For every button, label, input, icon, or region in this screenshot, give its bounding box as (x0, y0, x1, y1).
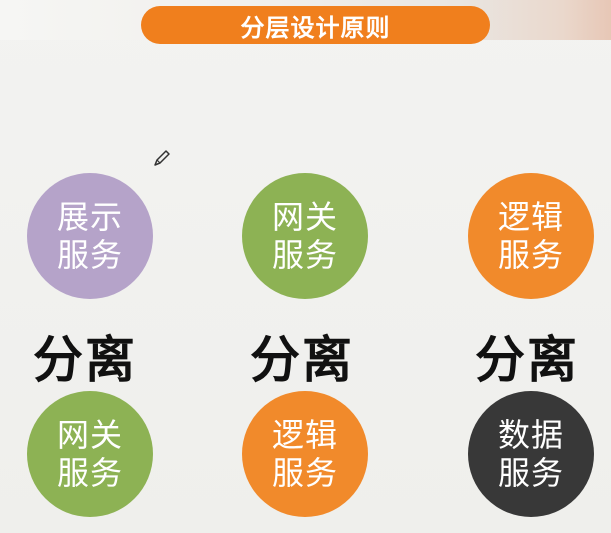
separator-label: 分离 (475, 331, 579, 389)
separator-label: 分离 (250, 331, 354, 389)
circle-label-line1: 逻辑 (497, 198, 564, 236)
circle-label-line2: 服务 (271, 236, 338, 274)
gateway-service-circle: 网关 服务 (242, 173, 368, 299)
circle-label-line2: 服务 (497, 454, 564, 492)
circle-label-line1: 数据 (497, 416, 564, 454)
circle-label-line1: 展示 (56, 198, 123, 236)
display-service-circle: 展示 服务 (27, 173, 153, 299)
pencil-icon (154, 150, 170, 166)
logic-service-circle: 逻辑 服务 (468, 173, 594, 299)
logic-service-circle: 逻辑 服务 (242, 391, 368, 517)
gateway-service-circle: 网关 服务 (27, 391, 153, 517)
circle-label-line1: 网关 (271, 198, 338, 236)
circle-label-line2: 服务 (56, 236, 123, 274)
slide-title: 分层设计原则 (240, 13, 391, 42)
separator-label: 分离 (33, 331, 137, 389)
circle-label-line2: 服务 (497, 236, 564, 274)
circle-label-line2: 服务 (271, 454, 338, 492)
circle-label-line1: 逻辑 (271, 416, 338, 454)
circle-label-line1: 网关 (56, 416, 123, 454)
circle-label-line2: 服务 (56, 454, 123, 492)
slide: 分层设计原则 展示 服务 网关 服务 逻辑 服务 分离 分离 分离 网关 服务 … (0, 0, 611, 533)
data-service-circle: 数据 服务 (468, 391, 594, 517)
title-banner: 分层设计原则 (141, 6, 490, 44)
